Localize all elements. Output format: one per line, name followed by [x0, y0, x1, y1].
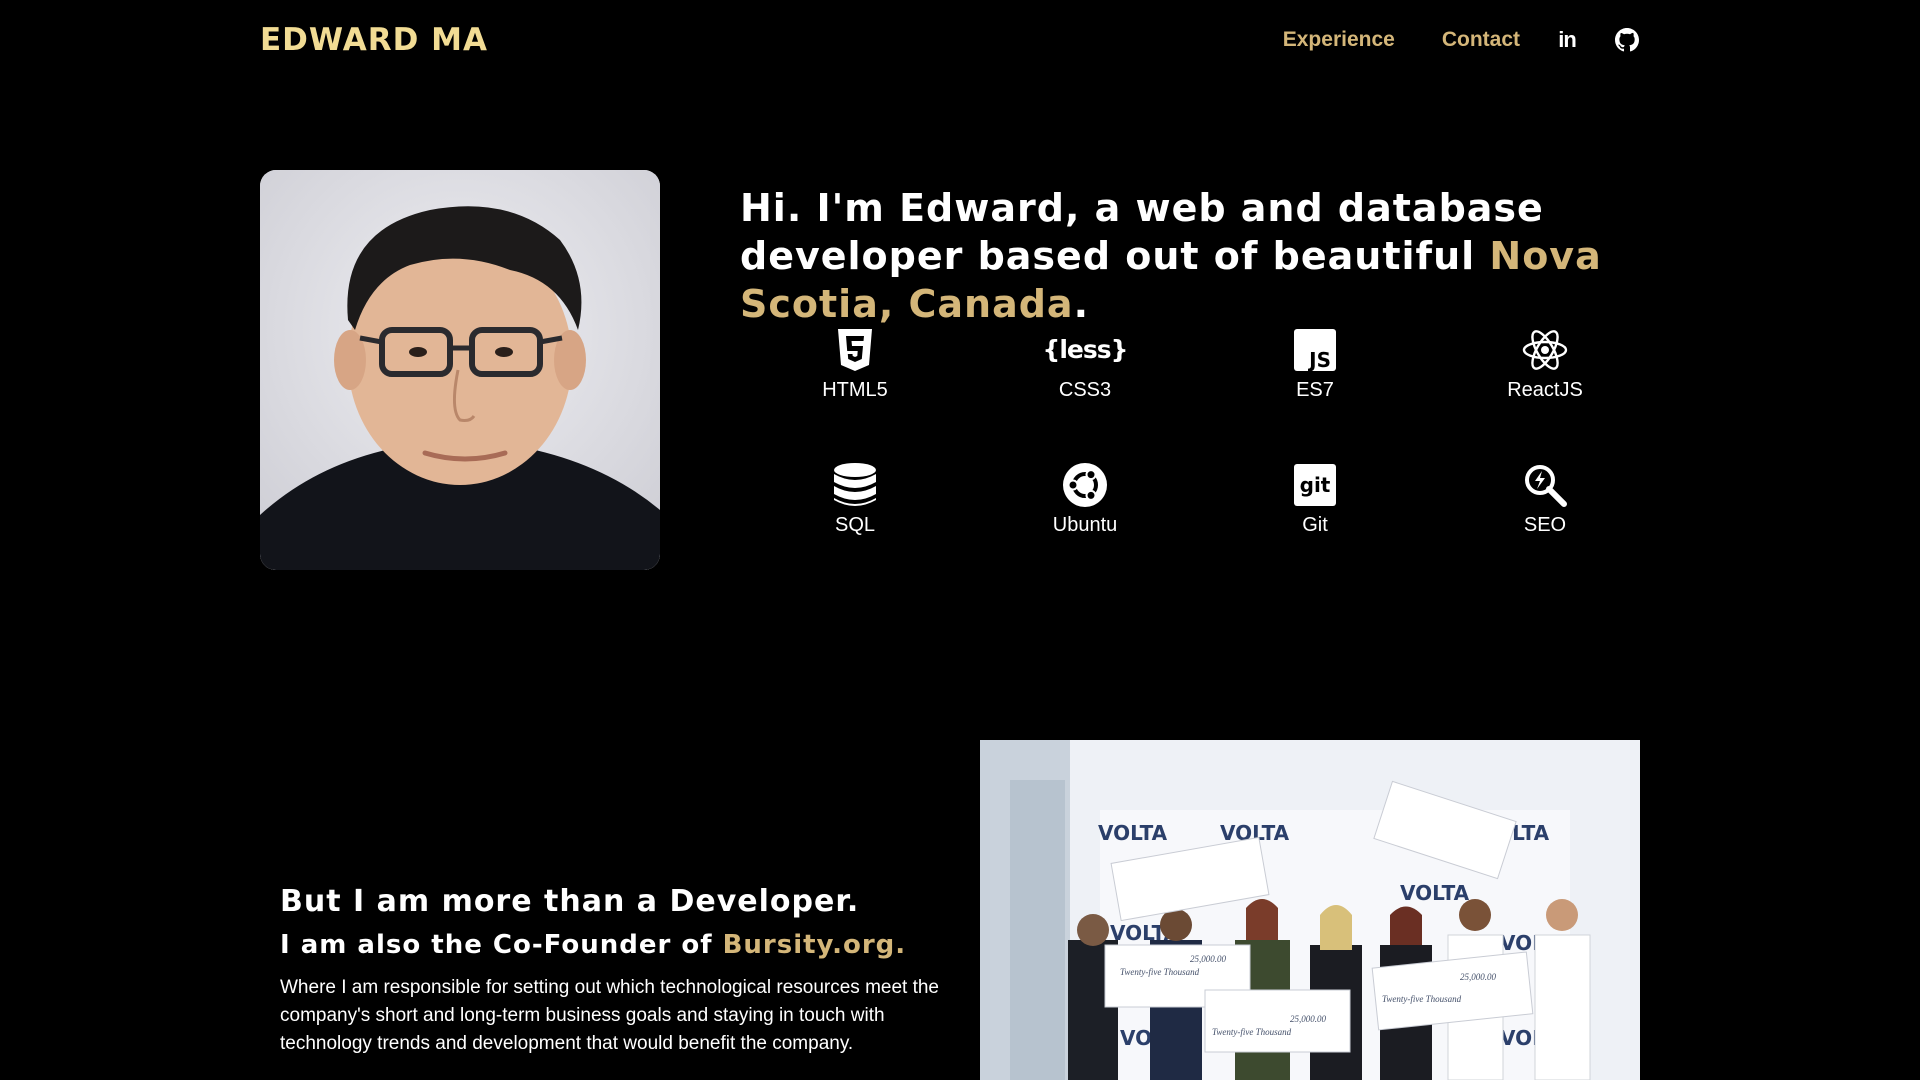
hero-heading: Hi. I'm Edward, a web and database devel…: [740, 184, 1640, 328]
cofounder-description: Where I am responsible for setting out w…: [280, 977, 939, 1054]
skill-label: HTML5: [822, 379, 888, 401]
nav-contact[interactable]: Contact: [1442, 28, 1520, 52]
html5-icon: [838, 329, 872, 371]
nav-experience[interactable]: Experience: [1283, 28, 1395, 52]
more-than-developer-heading: But I am more than a Developer.: [280, 884, 860, 919]
skill-label: CSS3: [1058, 379, 1112, 401]
event-photo-illustration: VOLTA VOLTA VOLTA VOLTA VOLTA VOLTA VOLT…: [980, 740, 1640, 1080]
cofounder-period: .: [895, 930, 907, 960]
database-icon: [834, 463, 876, 506]
skill-ubuntu: Ubuntu: [1005, 462, 1165, 537]
main-nav: Experience Contact in: [1283, 27, 1640, 53]
seo-search-icon: [1525, 465, 1567, 507]
profile-photo: [260, 170, 660, 570]
linkedin-icon: in: [1558, 27, 1577, 52]
github-link[interactable]: [1614, 27, 1640, 53]
ubuntu-icon: [1063, 463, 1107, 507]
skill-html5: HTML5: [775, 327, 935, 402]
linkedin-link[interactable]: in: [1554, 27, 1580, 53]
skill-css3: {less} CSS3: [1005, 327, 1165, 402]
skills-grid: HTML5 {less} CSS3 JS ES7 ReactJS SQL Ubu…: [740, 322, 1660, 542]
react-icon: [1522, 330, 1568, 370]
cofounder-heading: I am also the Co-Founder of Bursity.org.: [280, 930, 980, 960]
svg-text:VOLTA: VOLTA: [1098, 821, 1168, 845]
hero-period: .: [1073, 282, 1090, 326]
svg-text:25,000.00: 25,000.00: [1290, 1014, 1327, 1024]
bursity-link[interactable]: Bursity.org: [723, 930, 896, 960]
site-logo[interactable]: EDWARD MA: [260, 22, 488, 58]
less-icon: {less}: [1042, 335, 1129, 364]
skill-label: SQL: [834, 514, 876, 536]
skill-label: SEO: [1523, 514, 1567, 536]
cofounder-prefix: I am also the Co-Founder of: [280, 930, 723, 960]
svg-text:Twenty-five Thousand: Twenty-five Thousand: [1212, 1027, 1292, 1037]
skill-git: git Git: [1235, 462, 1395, 537]
skill-reactjs: ReactJS: [1465, 327, 1625, 402]
git-icon: git: [1294, 464, 1336, 506]
git-logo-text: git: [1300, 473, 1331, 497]
skill-es7: JS ES7: [1235, 327, 1395, 402]
javascript-icon: JS: [1294, 329, 1336, 372]
site-header: EDWARD MA Experience Contact in: [260, 0, 1640, 80]
page: EDWARD MA Experience Contact in Hi. I'm …: [0, 0, 1920, 1080]
skill-label: Git: [1302, 514, 1328, 536]
github-icon: [1615, 28, 1639, 52]
skill-label: ReactJS: [1507, 379, 1583, 401]
skill-label: Ubuntu: [1052, 514, 1118, 536]
profile-portrait: [260, 170, 660, 570]
svg-text:Twenty-five Thousand: Twenty-five Thousand: [1382, 994, 1462, 1004]
skill-sql: SQL: [775, 462, 935, 537]
hero-intro: Hi. I'm Edward, a web and database devel…: [740, 186, 1544, 278]
svg-text:25,000.00: 25,000.00: [1190, 954, 1227, 964]
svg-text:Twenty-five Thousand: Twenty-five Thousand: [1120, 967, 1200, 977]
skill-label: ES7: [1296, 379, 1334, 401]
svg-text:25,000.00: 25,000.00: [1460, 972, 1497, 982]
js-logo-text: JS: [1307, 348, 1331, 372]
skill-seo: SEO: [1465, 462, 1625, 537]
volta-event-photo: VOLTA VOLTA VOLTA VOLTA VOLTA VOLTA VOLT…: [980, 740, 1640, 1080]
svg-text:VOLTA: VOLTA: [1400, 881, 1470, 905]
